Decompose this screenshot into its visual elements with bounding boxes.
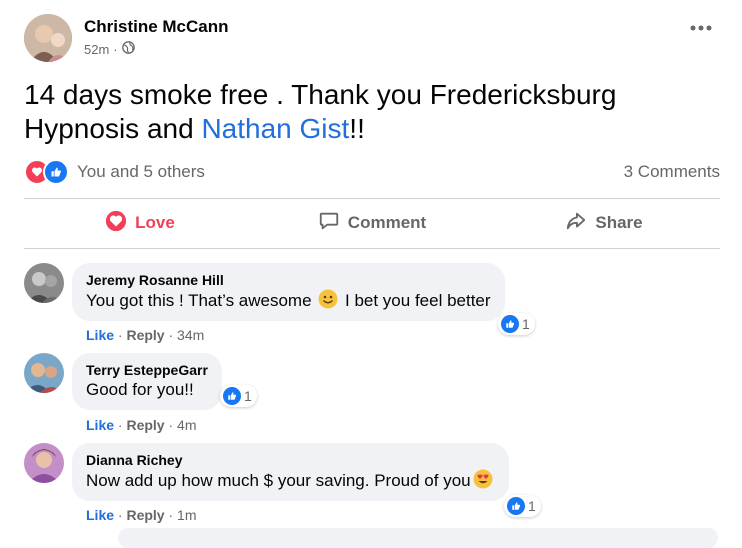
comment-reaction-badge[interactable]: 1 (220, 385, 257, 407)
comment-actions: Like · Reply · 4m (86, 417, 197, 433)
comment-text-main: Now add up how much $ your saving. Proud… (86, 471, 471, 490)
post-text-end: !! (349, 113, 365, 144)
comment-bubble-icon (318, 210, 340, 237)
comment-actions: Like · Reply · 34m (86, 327, 205, 343)
comment-reply-link[interactable]: Reply (126, 417, 164, 433)
meta-separator: · (113, 41, 118, 57)
comment-text: Now add up how much $ your saving. Proud… (86, 469, 495, 492)
commenter-name[interactable]: Terry EsteppeGarr (86, 361, 208, 379)
comment-input-bubble[interactable] (118, 528, 718, 548)
reaction-count: 1 (244, 388, 252, 404)
post-text: 14 days smoke free . Thank you Frederick… (24, 78, 714, 146)
author-avatar[interactable] (24, 14, 72, 62)
more-horizontal-icon[interactable] (690, 14, 712, 37)
comment-like-link[interactable]: Like (86, 417, 114, 433)
thumbs-up-icon (223, 387, 241, 405)
comment-bubble: Dianna Richey Now add up how much $ your… (72, 443, 509, 501)
commenter-name[interactable]: Jeremy Rosanne Hill (86, 271, 491, 289)
thumbs-up-icon (43, 159, 69, 185)
reaction-count: 1 (522, 316, 530, 332)
commenter-avatar[interactable] (24, 353, 64, 393)
thumbs-up-icon (507, 497, 525, 515)
comment-like-link[interactable]: Like (86, 327, 114, 343)
comment-bubble: Terry EsteppeGarr Good for you!! (72, 353, 222, 410)
globe-icon (121, 41, 135, 57)
heart-eyes-emoji-icon (473, 469, 493, 489)
post-meta: 52m · (84, 41, 135, 57)
comment-text: Good for you!! (86, 380, 194, 399)
comment-button[interactable]: Comment (256, 204, 488, 242)
comment-text-start: You got this ! That’s awesome (86, 291, 317, 310)
comments-count[interactable]: 3 Comments (624, 162, 720, 182)
post-actions: Love Comment Share (24, 204, 720, 242)
tagged-user-link[interactable]: Nathan Gist (201, 113, 349, 144)
share-label: Share (595, 213, 643, 232)
comment-time[interactable]: 1m (177, 507, 196, 523)
comment-reaction-badge[interactable]: 1 (504, 495, 541, 517)
thumbs-up-icon (501, 315, 519, 333)
share-button[interactable]: Share (488, 204, 720, 242)
comment-time[interactable]: 4m (177, 417, 196, 433)
commenter-avatar[interactable] (24, 263, 64, 303)
comment-reaction-badge[interactable]: 1 (498, 313, 535, 335)
love-label: Love (135, 213, 175, 232)
comment-bubble: Jeremy Rosanne Hill You got this ! That’… (72, 263, 505, 321)
reaction-count: 1 (528, 498, 536, 514)
comment-text: You got this ! That’s awesome I bet you … (86, 289, 491, 312)
reactions-text: You and 5 others (77, 162, 205, 181)
commenter-name[interactable]: Dianna Richey (86, 451, 495, 469)
comment-label: Comment (347, 213, 427, 232)
divider-bottom (24, 248, 720, 249)
reactions-summary[interactable]: You and 5 others (24, 159, 205, 185)
love-button[interactable]: Love (24, 204, 256, 242)
comment-actions: Like · Reply · 1m (86, 507, 197, 523)
smiley-emoji-icon (318, 289, 338, 309)
comment-text-end: I bet you feel better (340, 291, 491, 310)
post-time[interactable]: 52m (84, 42, 109, 57)
comment-reply-link[interactable]: Reply (126, 327, 164, 343)
heart-icon (105, 210, 127, 237)
divider-top (24, 198, 720, 199)
comment-time[interactable]: 34m (177, 327, 204, 343)
share-arrow-icon (565, 210, 587, 237)
comment-reply-link[interactable]: Reply (126, 507, 164, 523)
author-name[interactable]: Christine McCann (84, 17, 229, 37)
post-header: Christine McCann 52m · (24, 14, 742, 62)
commenter-avatar[interactable] (24, 443, 64, 483)
comment-like-link[interactable]: Like (86, 507, 114, 523)
